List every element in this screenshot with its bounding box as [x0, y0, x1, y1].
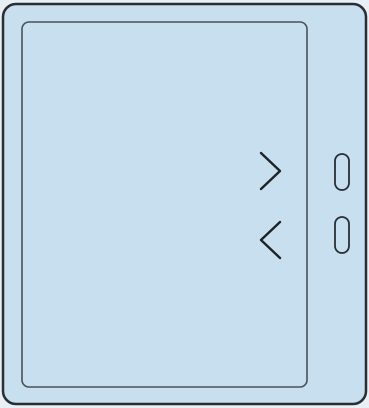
ereader-illustration — [0, 0, 369, 408]
device-screen — [21, 21, 308, 388]
ereader-drawing — [1, 2, 368, 406]
page-turn-button-lower[interactable] — [334, 216, 350, 254]
page-turn-button-upper[interactable] — [334, 153, 350, 191]
